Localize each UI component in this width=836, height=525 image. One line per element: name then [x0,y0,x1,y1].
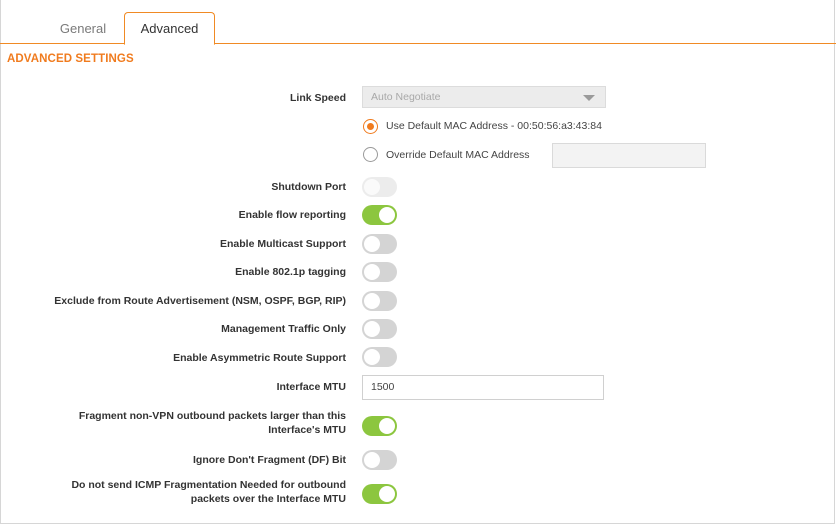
asym-route-label: Enable Asymmetric Route Support [173,352,346,364]
use-default-mac-radio[interactable] [363,119,378,134]
fragment-non-vpn-label-line2: Interface's MTU [268,424,346,436]
exclude-route-adv-toggle[interactable] [362,291,397,311]
fragment-non-vpn-label-line1: Fragment non-VPN outbound packets larger… [78,410,346,422]
override-mac-field[interactable] [552,143,706,168]
no-icmp-label-line1: Do not send ICMP Fragmentation Needed fo… [71,479,346,491]
override-mac-label: Override Default MAC Address [386,149,530,161]
fragment-non-vpn-label: Fragment non-VPN outbound packets larger… [79,409,346,437]
use-default-mac-label: Use Default MAC Address - 00:50:56:a3:43… [386,120,602,132]
no-icmp-toggle[interactable] [362,484,397,504]
no-icmp-label-line2: packets over the Interface MTU [190,493,346,505]
shutdown-port-toggle[interactable] [362,177,397,197]
override-mac-radio[interactable] [363,147,378,162]
settings-panel [0,0,835,524]
interface-mtu-input[interactable]: 1500 [362,375,604,400]
multicast-toggle[interactable] [362,234,397,254]
mgmt-traffic-only-label: Management Traffic Only [221,323,346,335]
fragment-non-vpn-toggle[interactable] [362,416,397,436]
interface-mtu-label: Interface MTU [276,381,346,393]
link-speed-label: Link Speed [289,92,346,104]
multicast-label: Enable Multicast Support [219,238,346,250]
chevron-down-icon [583,95,595,101]
ignore-df-label: Ignore Don't Fragment (DF) Bit [193,454,346,466]
tagging-8021p-toggle[interactable] [362,262,397,282]
asym-route-toggle[interactable] [362,347,397,367]
tab-bar: General Advanced [0,0,836,45]
flow-reporting-toggle[interactable] [362,205,397,225]
flow-reporting-label: Enable flow reporting [238,209,346,221]
tagging-8021p-label: Enable 802.1p tagging [235,266,346,278]
shutdown-port-label: Shutdown Port [271,181,346,193]
link-speed-select[interactable]: Auto Negotiate [362,86,606,108]
link-speed-value: Auto Negotiate [371,91,441,103]
exclude-route-adv-label: Exclude from Route Advertisement (NSM, O… [54,295,346,307]
section-title: ADVANCED SETTINGS [7,53,134,65]
mgmt-traffic-only-toggle[interactable] [362,319,397,339]
ignore-df-toggle[interactable] [362,450,397,470]
tab-advanced[interactable]: Advanced [124,12,215,45]
no-icmp-label: Do not send ICMP Fragmentation Needed fo… [71,478,346,506]
tab-general[interactable]: General [40,12,126,44]
